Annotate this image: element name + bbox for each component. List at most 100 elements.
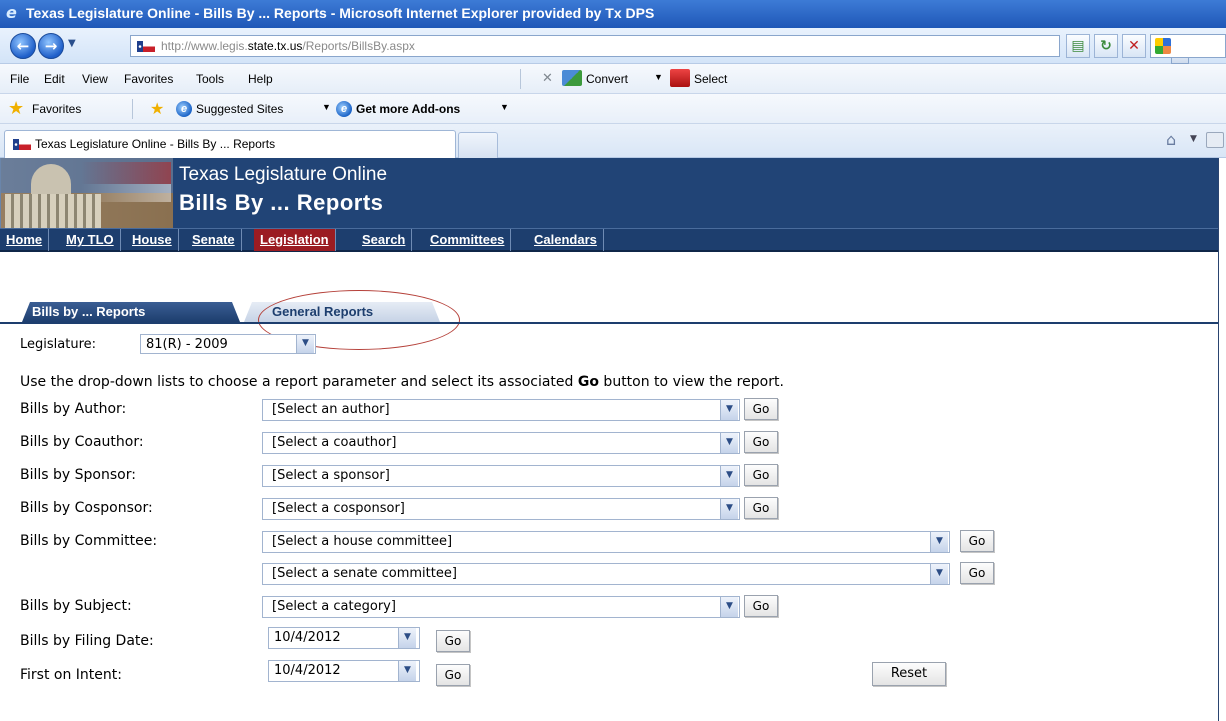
legislature-label: Legislature: — [20, 337, 97, 352]
suggested-sites-button[interactable]: Suggested Sites — [196, 102, 283, 116]
coauthor-dropdown-icon[interactable]: ▼ — [720, 433, 738, 453]
nav-legislation[interactable]: Legislation — [254, 229, 336, 251]
first-on-intent-value: 10/4/2012 — [274, 663, 341, 678]
cosponsor-select-value: [Select a cosponsor] — [272, 501, 405, 516]
home-dropdown-icon[interactable]: ▼ — [1190, 134, 1197, 144]
new-tab-button[interactable] — [458, 132, 498, 158]
subtabs-divider — [0, 322, 1218, 324]
subject-dropdown-icon[interactable]: ▼ — [720, 597, 738, 617]
sponsor-dropdown-icon[interactable]: ▼ — [720, 466, 738, 486]
menu-edit[interactable]: Edit — [44, 72, 65, 86]
nav-my-tlo[interactable]: My TLO — [60, 229, 121, 251]
cosponsor-label: Bills by Cosponsor: — [20, 500, 153, 516]
select-icon[interactable] — [670, 69, 690, 87]
coauthor-go-button[interactable]: Go — [744, 431, 778, 453]
nav-senate[interactable]: Senate — [186, 229, 242, 251]
browser-tab-active[interactable]: Texas Legislature Online - Bills By ... … — [4, 130, 456, 158]
cosponsor-dropdown-icon[interactable]: ▼ — [720, 499, 738, 519]
menu-file[interactable]: File — [10, 72, 29, 86]
filing-date-label: Bills by Filing Date: — [20, 633, 154, 649]
flag-stripe-red — [81, 162, 171, 184]
compatibility-view-icon[interactable]: ▤ — [1066, 34, 1090, 58]
committee-label: Bills by Committee: — [20, 533, 158, 549]
first-on-intent-go-button[interactable]: Go — [436, 664, 470, 686]
senate-committee-select-value: [Select a senate committee] — [272, 566, 457, 581]
first-on-intent-label: First on Intent: — [20, 667, 122, 683]
house-committee-dropdown-icon[interactable]: ▼ — [930, 532, 948, 552]
address-bar[interactable]: http://www.legis.state.tx.us/Reports/Bil… — [130, 35, 1189, 64]
house-committee-select-value: [Select a house committee] — [272, 534, 453, 549]
favorites-separator — [132, 99, 133, 119]
filing-date-value: 10/4/2012 — [274, 630, 341, 645]
texas-flag-icon — [13, 139, 31, 150]
back-button[interactable]: ← — [10, 33, 36, 59]
suggested-sites-icon: e — [176, 101, 192, 117]
page-right-border — [1218, 158, 1219, 721]
convert-icon[interactable] — [562, 70, 582, 86]
filing-date-go-button[interactable]: Go — [436, 630, 470, 652]
close-toolbar-icon[interactable]: ✕ — [542, 70, 553, 86]
sponsor-select-value: [Select a sponsor] — [272, 468, 390, 483]
coauthor-label: Bills by Coauthor: — [20, 434, 144, 450]
legislature-value: 81(R) - 2009 — [146, 337, 228, 352]
subject-go-button[interactable]: Go — [744, 595, 778, 617]
favorites-button[interactable]: Favorites — [32, 102, 81, 116]
cosponsor-go-button[interactable]: Go — [744, 497, 778, 519]
select-button[interactable]: Select — [694, 72, 727, 86]
addons-dropdown-icon[interactable]: ▼ — [500, 102, 509, 112]
nav-search[interactable]: Search — [356, 229, 413, 251]
sponsor-go-button[interactable]: Go — [744, 464, 778, 486]
menu-favorites[interactable]: Favorites — [124, 72, 173, 86]
reset-button[interactable]: Reset — [872, 662, 946, 686]
first-on-intent-dropdown-icon[interactable]: ▼ — [398, 661, 416, 681]
favorites-star-icon[interactable]: ★ — [8, 99, 24, 117]
menu-tools[interactable]: Tools — [196, 72, 224, 86]
suggested-sites-dropdown-icon[interactable]: ▼ — [322, 102, 331, 112]
author-go-button[interactable]: Go — [744, 398, 778, 420]
subject-select-value: [Select a category] — [272, 599, 396, 614]
page-title: Bills By ... Reports — [179, 190, 384, 215]
menu-help[interactable]: Help — [248, 72, 273, 86]
coauthor-select-value: [Select a coauthor] — [272, 435, 397, 450]
addons-icon: e — [336, 101, 352, 117]
author-dropdown-icon[interactable]: ▼ — [720, 400, 738, 420]
senate-committee-dropdown-icon[interactable]: ▼ — [930, 564, 948, 584]
capitol-building-image — [5, 194, 101, 228]
forward-button[interactable]: → — [38, 33, 64, 59]
subject-label: Bills by Subject: — [20, 598, 132, 614]
recent-pages-dropdown-icon[interactable]: ▼ — [68, 38, 80, 52]
nav-house[interactable]: House — [126, 229, 179, 251]
senate-committee-go-button[interactable]: Go — [960, 562, 994, 584]
legislature-dropdown-icon[interactable]: ▼ — [296, 335, 314, 353]
instructions-text: Use the drop-down lists to choose a repo… — [20, 374, 784, 390]
nav-calendars[interactable]: Calendars — [528, 229, 604, 251]
favorites-bar: ★ Favorites ★ e Suggested Sites ▼ e Get … — [0, 94, 1226, 124]
sponsor-label: Bills by Sponsor: — [20, 467, 136, 483]
nav-committees[interactable]: Committees — [424, 229, 512, 251]
convert-button[interactable]: Convert — [586, 72, 628, 86]
add-to-favorites-icon[interactable]: ★ — [150, 99, 164, 119]
browser-tab-label: Texas Legislature Online - Bills By ... … — [35, 137, 276, 151]
nav-home[interactable]: Home — [0, 229, 50, 251]
house-committee-go-button[interactable]: Go — [960, 530, 994, 552]
stop-icon[interactable]: ✕ — [1122, 34, 1146, 58]
window-titlebar[interactable]: e Texas Legislature Online - Bills By ..… — [0, 0, 1226, 28]
address-url: http://www.legis.state.tx.us/Reports/Bil… — [161, 39, 415, 53]
main-navigation: Home My TLO House Senate Legislation Sea… — [0, 228, 1218, 252]
refresh-icon[interactable]: ↻ — [1094, 34, 1118, 58]
browser-tab-bar: Texas Legislature Online - Bills By ... … — [0, 124, 1226, 158]
author-label: Bills by Author: — [20, 401, 127, 417]
filing-date-dropdown-icon[interactable]: ▼ — [398, 628, 416, 648]
feeds-icon[interactable] — [1206, 132, 1224, 148]
home-icon[interactable]: ⌂ — [1166, 130, 1176, 149]
search-provider-icon — [1155, 38, 1171, 54]
site-title: Texas Legislature Online — [179, 164, 388, 185]
window-title: Texas Legislature Online - Bills By ... … — [26, 5, 655, 21]
convert-dropdown-icon[interactable]: ▼ — [654, 72, 663, 82]
ie-logo-icon: e — [6, 3, 17, 22]
tab-bills-by-reports-label: Bills by ... Reports — [32, 304, 146, 319]
get-addons-button[interactable]: Get more Add-ons — [356, 102, 460, 116]
texas-flag-icon — [137, 41, 155, 52]
search-input[interactable] — [1150, 34, 1226, 58]
menu-view[interactable]: View — [82, 72, 108, 86]
